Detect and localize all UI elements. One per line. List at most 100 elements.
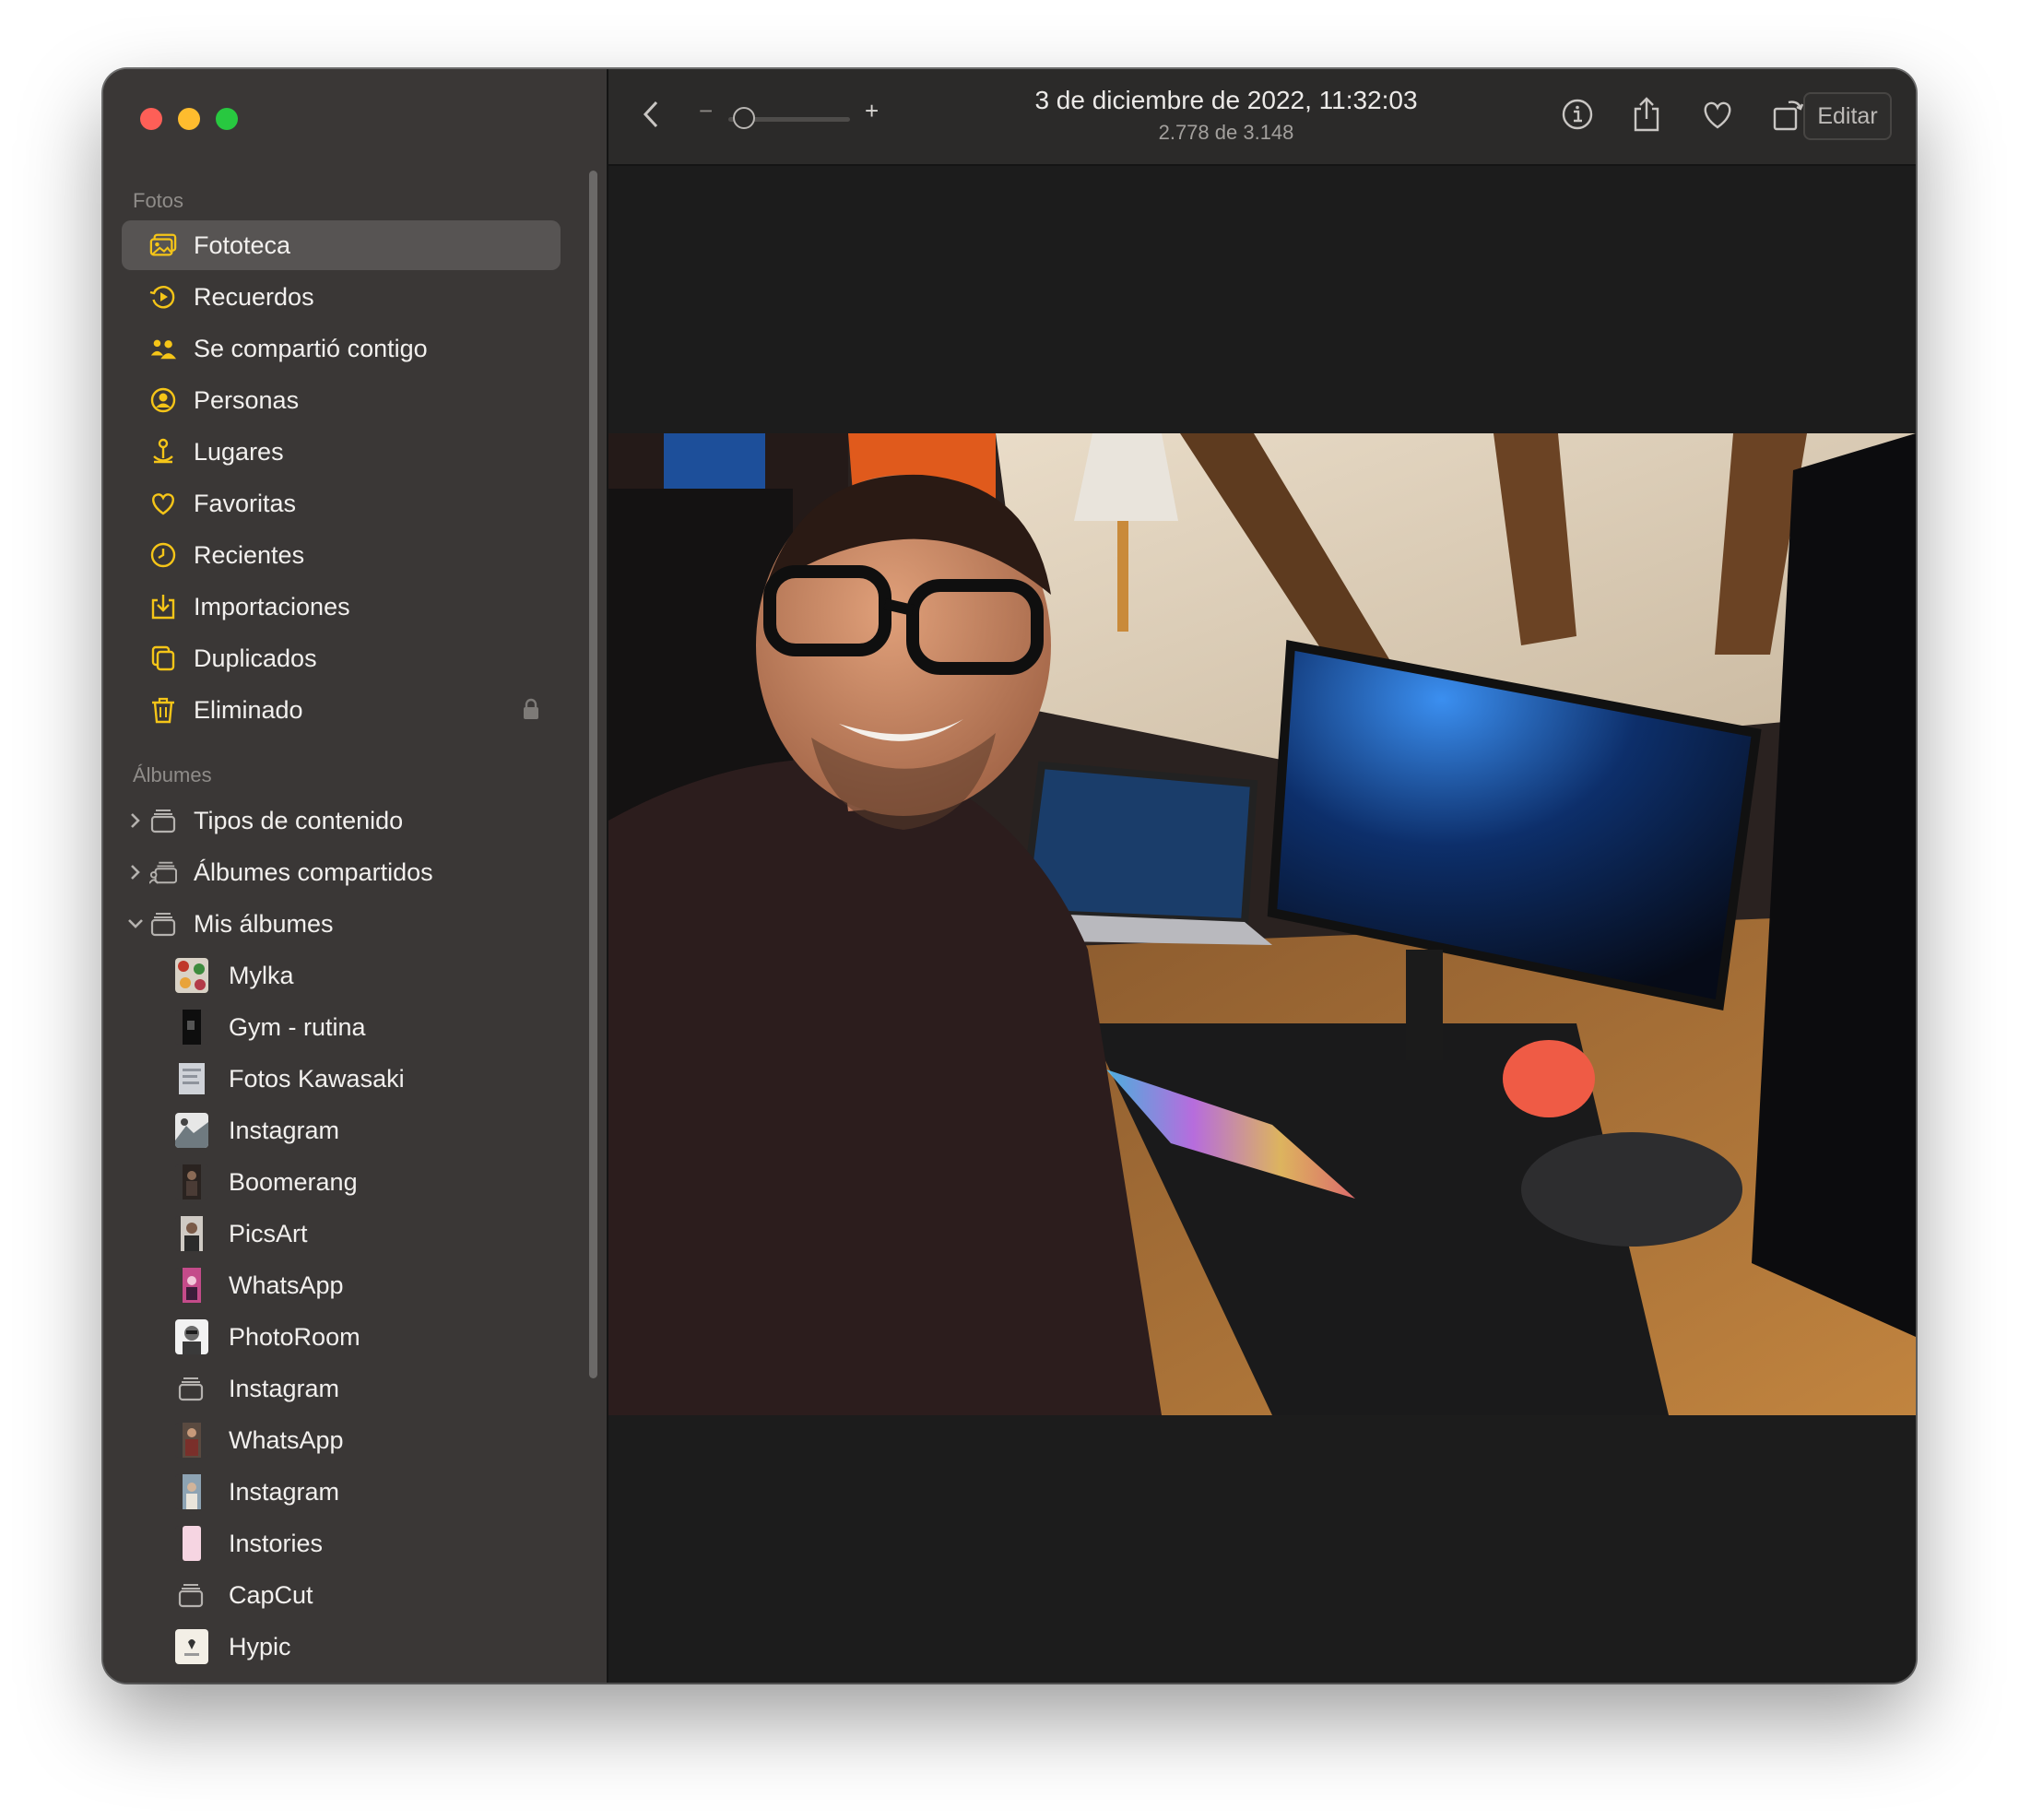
album-item-whatsapp[interactable]: WhatsApp	[122, 1260, 561, 1310]
album-item-picsart[interactable]: PicsArt	[122, 1209, 561, 1259]
album-label: PhotoRoom	[229, 1322, 360, 1351]
back-button[interactable]	[631, 93, 673, 136]
zoom-window-button[interactable]	[216, 108, 238, 130]
album-thumbnail	[175, 1061, 208, 1096]
album-label: Instories	[229, 1529, 324, 1557]
empty-album-icon	[177, 1582, 205, 1608]
shared-album-icon	[149, 859, 177, 885]
album-thumbnail	[175, 1010, 208, 1045]
album-label: Instagram	[229, 1374, 340, 1402]
sidebar-item-fototeca[interactable]: Fototeca	[122, 220, 561, 270]
memories-icon	[149, 284, 177, 310]
album-item-capcut[interactable]: CapCut	[122, 1570, 561, 1620]
photo-date-title: 3 de diciembre de 2022, 11:32:03	[1034, 86, 1418, 114]
toolbar: − + 3 de diciembre de 2022, 11:32:03 2.7…	[608, 69, 1916, 166]
minimize-window-button[interactable]	[178, 108, 200, 130]
album-item-instories[interactable]: Instories	[122, 1519, 561, 1568]
edit-button[interactable]: Editar	[1803, 92, 1892, 140]
sidebar-item-lugares[interactable]: Lugares	[122, 427, 561, 477]
section-title-albums: Álbumes	[133, 763, 212, 786]
album-thumbnail	[175, 1216, 208, 1251]
section-title-photos: Fotos	[133, 189, 184, 212]
sidebar-item-label: Se compartió contigo	[194, 334, 428, 362]
duplicates-icon	[149, 645, 177, 671]
album-label: Fotos Kawasaki	[229, 1064, 405, 1093]
sidebar-item-duplicados[interactable]: Duplicados	[122, 633, 561, 683]
zoom-out-button[interactable]: −	[699, 97, 713, 125]
lock-icon	[522, 698, 540, 720]
album-stack-icon	[149, 808, 177, 833]
trash-icon	[149, 697, 177, 724]
album-thumbnail	[175, 1268, 208, 1303]
album-item-boomerang[interactable]: Boomerang	[122, 1157, 561, 1207]
sidebar-item-label: Lugares	[194, 437, 284, 466]
album-item-instagram-3[interactable]: Instagram	[122, 1467, 561, 1517]
rotate-icon	[1773, 100, 1804, 131]
chevron-down-icon[interactable]	[125, 913, 146, 935]
sidebar-item-recuerdos[interactable]: Recuerdos	[122, 272, 561, 322]
sidebar-item-label: Favoritas	[194, 489, 297, 517]
album-thumbnail	[175, 1164, 208, 1200]
sidebar-scrollbar-thumb[interactable]	[589, 171, 597, 1378]
sidebar-item-favoritas[interactable]: Favoritas	[122, 479, 561, 528]
people-icon	[149, 387, 177, 413]
shared-with-you-icon	[149, 336, 177, 361]
album-label: Instagram	[229, 1477, 340, 1506]
chevron-right-icon[interactable]	[125, 861, 146, 883]
album-item-instagram-2[interactable]: Instagram	[122, 1364, 561, 1413]
share-button[interactable]	[1625, 93, 1668, 136]
sidebar-item-personas[interactable]: Personas	[122, 375, 561, 425]
zoom-slider-knob[interactable]	[733, 107, 756, 129]
album-thumbnail	[175, 1629, 208, 1664]
album-label: Instagram	[229, 1116, 340, 1144]
sidebar-item-label: Mis álbumes	[194, 909, 334, 938]
sidebar-item-my-albums[interactable]: Mis álbumes	[122, 899, 561, 949]
album-item-gym-rutina[interactable]: Gym - rutina	[122, 1002, 561, 1052]
info-button[interactable]	[1556, 93, 1599, 136]
places-icon	[149, 438, 177, 465]
zoom-in-button[interactable]: +	[865, 97, 879, 125]
album-label: WhatsApp	[229, 1270, 344, 1299]
sidebar-item-label: Fototeca	[194, 230, 291, 259]
sidebar: Fotos Fototeca Recuerdos Se compartió co…	[103, 69, 608, 1683]
album-thumbnail	[175, 1319, 208, 1354]
album-item-photoroom[interactable]: PhotoRoom	[122, 1312, 561, 1362]
photo-image[interactable]	[608, 433, 1916, 1415]
window-controls	[140, 108, 238, 130]
sidebar-item-importaciones[interactable]: Importaciones	[122, 582, 561, 632]
album-item-instagram[interactable]: Instagram	[122, 1105, 561, 1155]
album-item-whatsapp-2[interactable]: WhatsApp	[122, 1415, 561, 1465]
album-item-hypic[interactable]: Hypic	[122, 1622, 561, 1672]
empty-album-icon	[177, 1376, 205, 1401]
sidebar-item-recientes[interactable]: Recientes	[122, 530, 561, 580]
sidebar-item-label: Tipos de contenido	[194, 806, 404, 834]
sidebar-item-label: Eliminado	[194, 695, 303, 724]
favorite-button[interactable]	[1696, 93, 1739, 136]
sidebar-item-shared-with-you[interactable]: Se compartió contigo	[122, 324, 561, 373]
sidebar-item-label: Recuerdos	[194, 282, 314, 311]
album-item-fotos-kawasaki[interactable]: Fotos Kawasaki	[122, 1054, 561, 1104]
album-label: Boomerang	[229, 1167, 358, 1196]
clock-icon	[149, 542, 177, 568]
chevron-right-icon[interactable]	[125, 810, 146, 832]
album-thumbnail	[175, 1474, 208, 1509]
sidebar-item-label: Personas	[194, 385, 300, 414]
album-label: PicsArt	[229, 1219, 308, 1247]
sidebar-item-label: Duplicados	[194, 644, 317, 672]
sidebar-scrollbar[interactable]	[586, 171, 599, 1378]
photo-viewer: − + 3 de diciembre de 2022, 11:32:03 2.7…	[608, 69, 1916, 1683]
album-thumbnail	[175, 1423, 208, 1458]
sidebar-item-content-types[interactable]: Tipos de contenido	[122, 796, 561, 845]
import-icon	[149, 594, 177, 620]
sidebar-item-label: Álbumes compartidos	[194, 857, 433, 886]
sidebar-item-label: Importaciones	[194, 592, 350, 620]
album-label: Mylka	[229, 961, 294, 989]
share-icon	[1634, 97, 1659, 132]
album-item-mylka[interactable]: Mylka	[122, 951, 561, 1000]
album-stack-icon	[149, 911, 177, 937]
sidebar-item-eliminado[interactable]: Eliminado	[122, 685, 561, 735]
album-thumbnail	[175, 1113, 208, 1148]
sidebar-item-shared-albums[interactable]: Álbumes compartidos	[122, 847, 561, 897]
album-label: WhatsApp	[229, 1425, 344, 1454]
close-window-button[interactable]	[140, 108, 162, 130]
